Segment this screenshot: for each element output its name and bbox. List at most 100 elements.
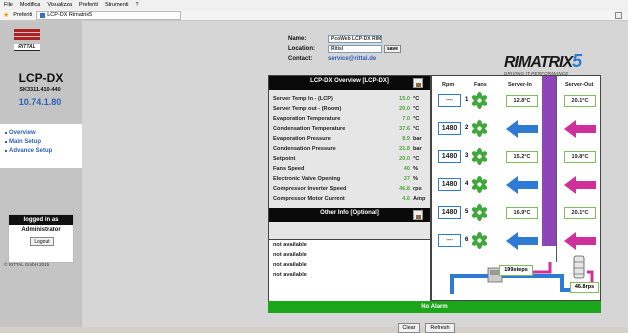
menu-favorites[interactable]: Preferiti [79, 2, 98, 8]
fan-rpm: 1480 [438, 122, 461, 135]
nav-item-overview[interactable]: Overview [5, 128, 82, 137]
fan-rpm: ---- [438, 94, 461, 107]
hot-air-arrow-icon [564, 176, 596, 194]
alarm-bar: No Alarm [268, 301, 601, 313]
location-field[interactable]: Ritisl [328, 45, 382, 53]
overview-row: Server Temp In - (LCP) 15.0 °C [269, 94, 430, 104]
fan-rpm: 1480 [438, 150, 461, 163]
device-serial: SK3311.410-440 [19, 87, 61, 93]
menu-view[interactable]: Visualizza [47, 2, 72, 8]
menu-file[interactable]: File [4, 2, 13, 8]
device-ip: 10.74.1.80 [18, 97, 62, 107]
row-unit: % [413, 166, 418, 172]
save-button[interactable]: save [384, 45, 401, 53]
favorites-label[interactable]: Preferiti [13, 12, 32, 18]
sidebar: RITTAL LCP-DX SK3311.410-440 10.74.1.80 … [0, 21, 82, 327]
bullet-icon [5, 149, 7, 152]
row-label: Fans Speed [273, 166, 305, 172]
row-unit: °C [413, 126, 420, 132]
refresh-button[interactable]: Refresh [425, 323, 455, 333]
name-field[interactable]: PcoWeb LCP-DX RIMA [328, 35, 382, 43]
overview-row: Condensation Pressure 21.8 bar [269, 144, 430, 154]
fans-header: Fans [474, 82, 487, 88]
row-label: Server Temp out - (Room) [273, 106, 342, 112]
name-label: Name: [288, 36, 307, 42]
folder-icon[interactable] [413, 78, 423, 88]
heat-exchanger [542, 76, 556, 246]
brand-name: RIMATRIX [504, 54, 573, 71]
contact-label: Contact: [288, 56, 313, 62]
overview-row: Evaporation Pressure 8.9 bar [269, 134, 430, 144]
nav-item-label: Main Setup [9, 138, 42, 145]
cold-air-arrow-icon [506, 176, 538, 194]
hot-air-arrow-icon [564, 120, 596, 138]
cold-air-arrow-icon [506, 232, 538, 250]
fan-rpm: 1480 [438, 178, 461, 191]
page: RITTAL LCP-DX SK3311.410-440 10.74.1.80 … [0, 21, 628, 333]
fan-icon [471, 232, 488, 249]
fan-number: 3 [465, 153, 469, 159]
menu-help[interactable]: ? [136, 2, 139, 8]
fan-icon [471, 204, 488, 221]
other-info-row: not available [273, 242, 307, 248]
row-value: 20.0 [399, 156, 410, 162]
overview-row: Condensation Temperature 37.6 °C [269, 124, 430, 134]
row-value: 8.9 [402, 136, 410, 142]
fan-number: 6 [465, 237, 469, 243]
other-info-row: not available [273, 252, 307, 258]
overview-row: Server Temp out - (Room) 20.0 °C [269, 104, 430, 114]
nav-item-advance-setup[interactable]: Advance Setup [5, 146, 82, 155]
row-value: 20.0 [399, 106, 410, 112]
logout-button[interactable]: Logout [30, 237, 54, 246]
row-label: Condensation Temperature [273, 126, 346, 132]
row-label: Evaporation Pressure [273, 136, 331, 142]
menu-edit[interactable]: Modifica [20, 2, 40, 8]
clear-button[interactable]: Clear [398, 323, 420, 333]
compressor-rps: 46.8rps [570, 282, 599, 293]
star-icon[interactable]: ★ [3, 12, 9, 19]
menu-tools[interactable]: Strumenti [105, 2, 129, 8]
overview-panel: LCP-DX Overview [LCP-DX] Server Temp In … [268, 75, 431, 240]
contact-link[interactable]: service@rittal.de [328, 56, 376, 62]
overview-row: Compressor Inverter Speed 46.8 rps [269, 184, 430, 194]
rpm-header: Rpm [442, 82, 455, 88]
server-in-temp: 16.9°C [506, 207, 538, 219]
nav-item-main-setup[interactable]: Main Setup [5, 137, 82, 146]
fan-icon [471, 148, 488, 165]
overview-row: Evaporation Temperature 7.0 °C [269, 114, 430, 124]
row-unit: bar [413, 136, 422, 142]
page-icon [40, 12, 46, 18]
valve-steps: 199steps [499, 265, 533, 276]
favorites-bar: ★ Preferiti LCP-DX Rimatrix5 [0, 10, 628, 21]
row-unit: °C [413, 106, 420, 112]
row-value: 37.6 [399, 126, 410, 132]
login-header: logged in as [9, 215, 73, 225]
folder-icon[interactable] [413, 210, 423, 220]
login-user: Administrator [21, 227, 61, 233]
row-value: 46.8 [399, 186, 410, 192]
home-icon[interactable] [615, 12, 622, 19]
nav-item-label: Advance Setup [9, 147, 53, 154]
tab-title: LCP-DX Rimatrix5 [47, 12, 93, 18]
browser-tab[interactable]: LCP-DX Rimatrix5 [36, 10, 182, 20]
row-label: Condensation Pressure [273, 146, 336, 152]
menu-bar: File Modifica Visualizza Preferiti Strum… [0, 0, 628, 10]
row-value: 7.0 [402, 116, 410, 122]
server-out-temp: 19.8°C [564, 151, 596, 163]
row-unit: rps [413, 186, 422, 192]
row-label: Compressor Inverter Speed [273, 186, 347, 192]
row-unit: °C [413, 156, 420, 162]
logo-text: RITTAL [14, 44, 40, 51]
brand-five: 5 [572, 51, 582, 71]
row-value: 37 [403, 176, 410, 182]
row-unit: Amp [413, 196, 426, 202]
cold-air-arrow-icon [506, 120, 538, 138]
server-in-temp: 15.2°C [506, 151, 538, 163]
nav-menu: Overview Main Setup Advance Setup [0, 124, 82, 168]
unit-diagram: Rpm Fans Server-In Server-Out ---- 1 12.8°… [431, 75, 601, 301]
overview-row: Fans Speed 40% [269, 164, 430, 174]
row-label: Electronic Valve Opening [273, 176, 341, 182]
row-label: Compressor Motor Current [273, 196, 345, 202]
rittal-logo: RITTAL [14, 29, 40, 51]
server-in-header: Server-In [508, 82, 532, 88]
